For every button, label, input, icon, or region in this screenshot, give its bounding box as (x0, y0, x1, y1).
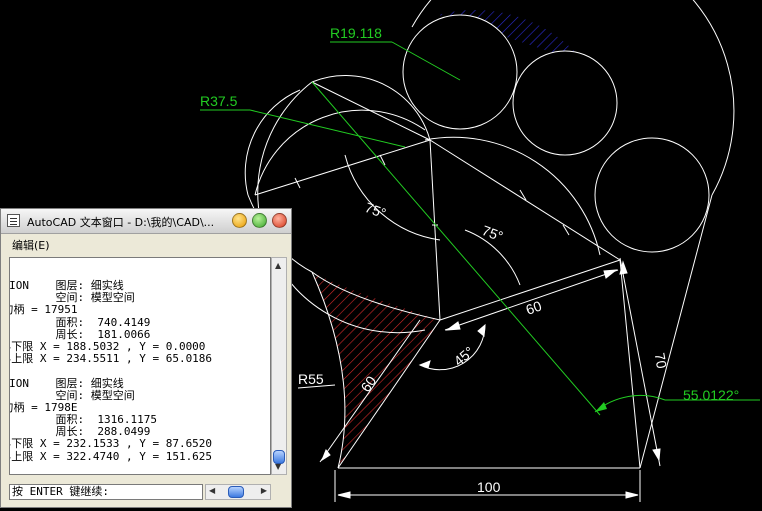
maximize-button[interactable] (252, 213, 267, 228)
command-prompt: 按 ENTER 键继续: (12, 485, 109, 498)
dim-r19: R19.118 (330, 25, 382, 41)
menu-bar: 编辑(E) (1, 234, 291, 254)
vertical-scrollbar[interactable]: ▲ ▼ (271, 257, 287, 475)
output-line: 边界上限 X = 322.4740 , Y = 151.625 (10, 449, 213, 463)
dim-angle45: 45° (450, 343, 477, 369)
output-line: REGION 图层: 细实线 (9, 376, 124, 390)
output-line: 面积: 740.4149 (55, 315, 151, 329)
dim-angle75b: 75° (480, 222, 505, 244)
dim-angle55: 55.0122° (683, 387, 739, 403)
blue-hatch-region (403, 10, 709, 252)
horizontal-scrollbar[interactable]: ◀ ▶ (205, 484, 271, 500)
dim-len100: 100 (477, 479, 501, 495)
window-titlebar[interactable]: AutoCAD 文本窗口 - D:\我的\CAD\... (1, 209, 291, 234)
dim-r37: R37.5 (200, 93, 238, 109)
scroll-left-icon[interactable]: ◀ (209, 486, 215, 495)
window-title: AutoCAD 文本窗口 - D:\我的\CAD\... (27, 216, 215, 229)
dim-len60a: 60 (524, 297, 544, 317)
menu-edit[interactable]: 编辑(E) (12, 237, 50, 253)
output-line: 边界上限 X = 234.5511 , Y = 65.0186 (10, 352, 213, 366)
dim-len70: 70 (652, 352, 670, 370)
output-line: 句柄 = 17951 (10, 303, 78, 317)
scroll-down-icon[interactable]: ▼ (275, 462, 281, 471)
text-output-area[interactable]: REGION 图层: 细实线 空间: 模型空间 句柄 = 17951 面积: 7… (9, 257, 271, 475)
command-line[interactable]: 按 ENTER 键继续: (9, 484, 203, 500)
dim-r55: R55 (298, 371, 324, 387)
hscroll-thumb[interactable] (228, 486, 244, 498)
autocad-text-window[interactable]: AutoCAD 文本窗口 - D:\我的\CAD\... 编辑(E) REGIO… (0, 208, 292, 508)
app-icon[interactable] (7, 214, 20, 227)
red-hatch-region (312, 272, 440, 468)
dim-angle75a: 75° (363, 199, 388, 221)
scroll-up-icon[interactable]: ▲ (275, 261, 281, 270)
close-button[interactable] (272, 213, 287, 228)
minimize-button[interactable] (232, 213, 247, 228)
output-line: 边界下限 X = 232.1533 , Y = 87.6520 (10, 437, 213, 451)
scroll-right-icon[interactable]: ▶ (261, 486, 267, 495)
